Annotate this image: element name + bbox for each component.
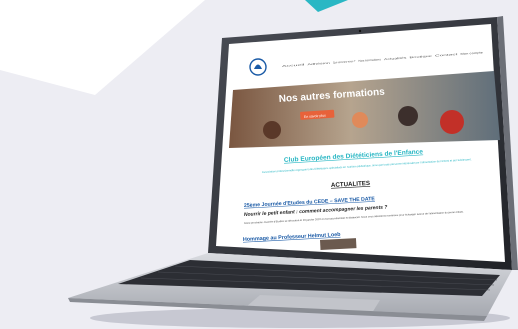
background-teal-triangle xyxy=(305,0,348,12)
webcam xyxy=(358,29,362,33)
screen: Accueil Adhésion Qui sommes-nous ? Nos form… xyxy=(216,24,505,262)
hero-photo-child-1 xyxy=(263,121,281,139)
hero-photo-child-2 xyxy=(398,106,418,126)
hero-photo-child-4 xyxy=(352,112,368,128)
scene: Accueil Adhésion Qui sommes-nous ? Nos form… xyxy=(0,0,518,328)
laptop: Accueil Adhésion Qui sommes-nous ? Nos form… xyxy=(68,16,518,321)
background-diamond xyxy=(0,0,205,95)
hero-photo-child-3 xyxy=(440,110,464,134)
tribute-photo xyxy=(320,238,357,250)
